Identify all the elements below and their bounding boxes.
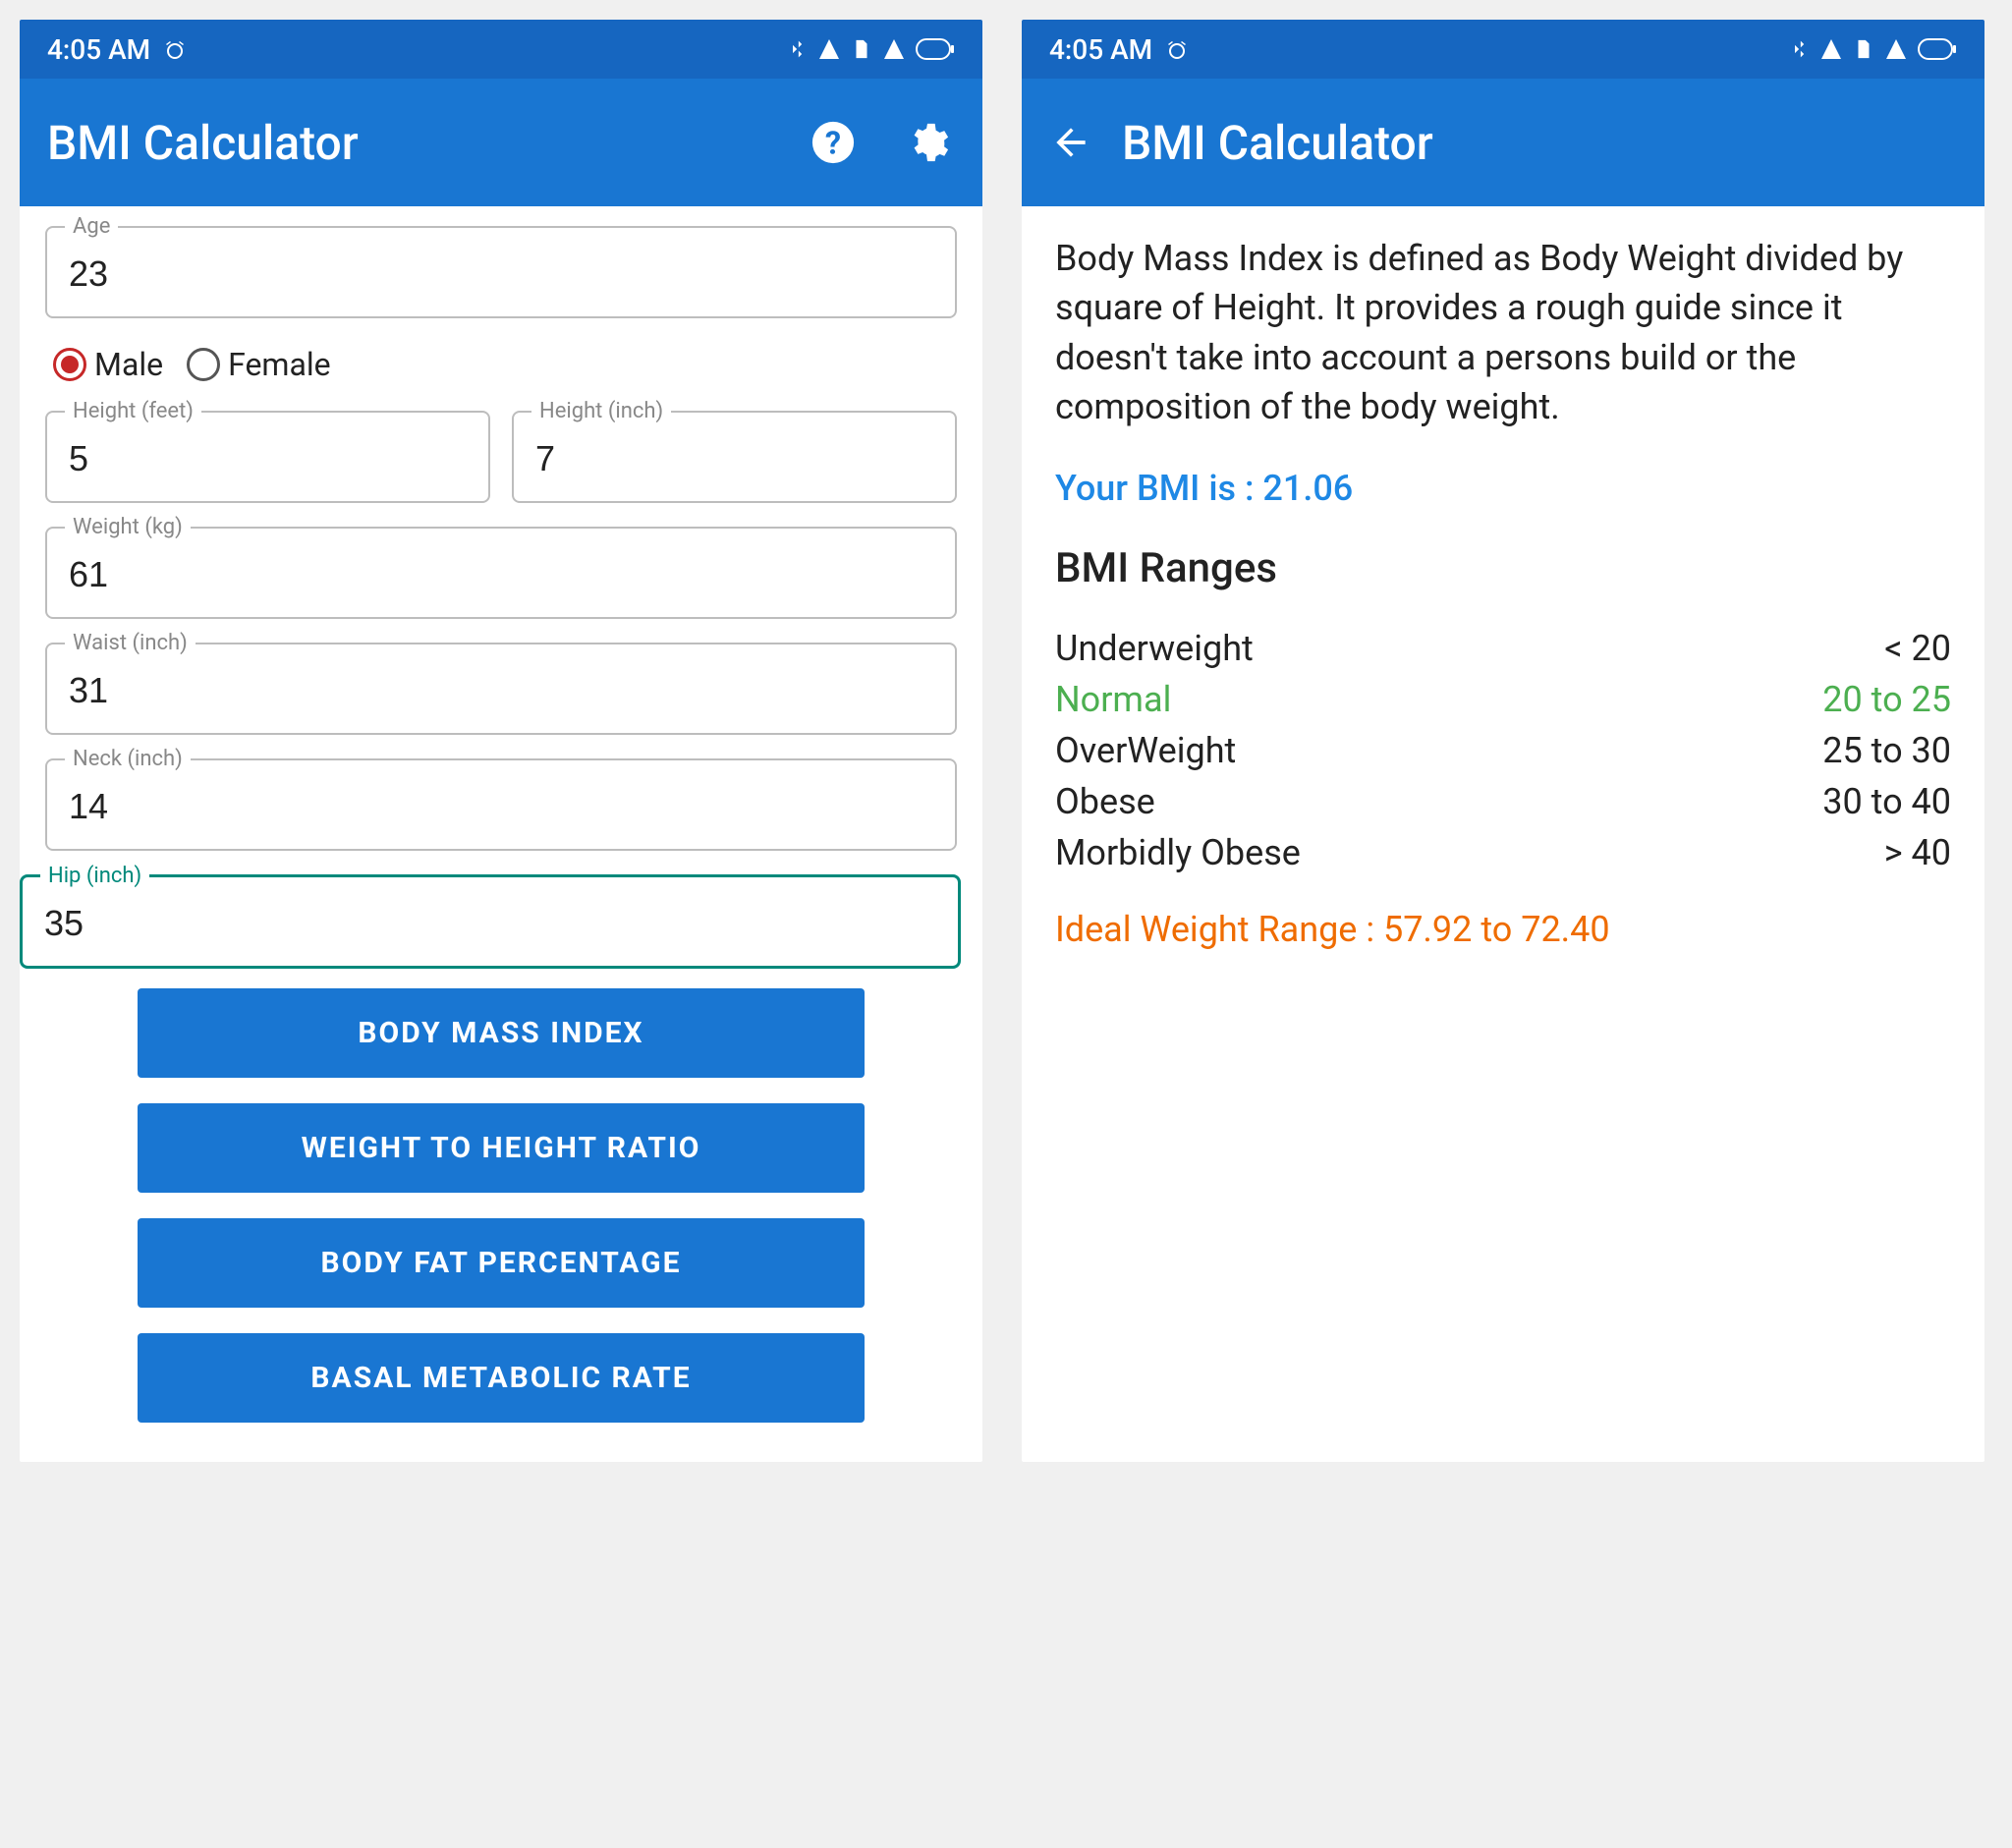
alarm-icon [1165,39,1189,63]
waist-input[interactable] [69,670,933,711]
range-name: Underweight [1055,628,1254,669]
age-field[interactable]: Age [45,226,957,318]
radio-dot-icon [53,348,86,381]
bfp-button[interactable]: BODY FAT PERCENTAGE [138,1218,865,1308]
svg-text:?: ? [825,125,841,162]
phone-form-screen: 4:05 AM BMI Calculator ? [20,20,982,1462]
back-button[interactable] [1049,121,1092,164]
wthr-button[interactable]: WEIGHT TO HEIGHT RATIO [138,1103,865,1193]
ideal-weight-value: 57.92 to 72.40 [1383,909,1610,950]
signal-icon [1819,37,1843,61]
ranges-list: Underweight < 20 Normal 20 to 25 OverWeight 2… [1055,628,1951,873]
bluetooth-icon [788,37,808,61]
range-row: Morbidly Obese > 40 [1055,832,1951,873]
range-row: Obese 30 to 40 [1055,781,1951,822]
height-feet-input[interactable] [69,438,467,479]
age-input[interactable] [69,253,933,295]
range-value: < 20 [1884,628,1951,669]
phone-results-screen: 4:05 AM BMI Calculator Body Mass Index i… [1022,20,1984,1462]
neck-label: Neck (inch) [65,747,191,771]
range-value: 20 to 25 [1822,679,1951,720]
sim-icon [851,37,872,61]
status-time: 4:05 AM [47,33,187,66]
bmi-definition: Body Mass Index is defined as Body Weigh… [1055,234,1951,432]
gender-female-label: Female [228,346,331,383]
battery-icon [1918,38,1957,60]
alarm-icon [163,39,187,63]
range-name: Morbidly Obese [1055,832,1301,873]
settings-button[interactable] [900,115,955,170]
height-feet-field[interactable]: Height (feet) [45,411,490,503]
sim-icon [1853,37,1874,61]
help-icon: ? [810,120,856,165]
help-button[interactable]: ? [806,115,861,170]
bluetooth-icon [1790,37,1810,61]
range-name: OverWeight [1055,730,1236,771]
range-value: > 40 [1884,832,1951,873]
hip-field[interactable]: Hip (inch) [20,874,961,969]
waist-field[interactable]: Waist (inch) [45,643,957,735]
your-bmi-label: Your BMI is : [1055,468,1262,509]
bmi-button[interactable]: BODY MASS INDEX [138,988,865,1078]
weight-field[interactable]: Weight (kg) [45,527,957,619]
status-bar: 4:05 AM [20,20,982,79]
hip-input[interactable] [44,903,936,944]
hip-label: Hip (inch) [40,864,149,888]
your-bmi: Your BMI is : 21.06 [1055,468,1951,509]
gender-female-radio[interactable]: Female [187,346,331,383]
signal2-icon [882,37,906,61]
height-feet-label: Height (feet) [65,399,201,423]
bmr-button[interactable]: BASAL METABOLIC RATE [138,1333,865,1423]
height-inch-input[interactable] [535,438,933,479]
battery-icon [916,38,955,60]
ideal-weight: Ideal Weight Range : 57.92 to 72.40 [1055,909,1951,950]
range-value: 30 to 40 [1822,781,1951,822]
range-name: Obese [1055,781,1155,822]
gear-icon [905,120,950,165]
ranges-heading: BMI Ranges [1055,544,1951,592]
age-label: Age [65,214,118,239]
neck-field[interactable]: Neck (inch) [45,758,957,851]
range-row: Underweight < 20 [1055,628,1951,669]
range-row: OverWeight 25 to 30 [1055,730,1951,771]
range-name: Normal [1055,679,1171,720]
status-right-icons [1790,37,1957,61]
gender-male-radio[interactable]: Male [53,346,163,383]
weight-input[interactable] [69,554,933,595]
status-time: 4:05 AM [1049,33,1189,66]
height-inch-field[interactable]: Height (inch) [512,411,957,503]
signal-icon [817,37,841,61]
range-row: Normal 20 to 25 [1055,679,1951,720]
app-title: BMI Calculator [47,115,806,171]
radio-dot-icon [187,348,220,381]
app-title: BMI Calculator [1122,115,1957,171]
ideal-weight-label: Ideal Weight Range : [1055,909,1383,950]
height-inch-label: Height (inch) [531,399,671,423]
weight-label: Weight (kg) [65,515,191,539]
waist-label: Waist (inch) [65,631,196,655]
arrow-left-icon [1049,121,1092,164]
app-bar: BMI Calculator [1022,79,1984,206]
app-bar: BMI Calculator ? [20,79,982,206]
status-bar: 4:05 AM [1022,20,1984,79]
gender-male-label: Male [94,346,163,383]
range-value: 25 to 30 [1822,730,1951,771]
your-bmi-value: 21.06 [1262,468,1353,509]
signal2-icon [1884,37,1908,61]
status-right-icons [788,37,955,61]
neck-input[interactable] [69,786,933,827]
gender-radio-group: Male Female [45,342,957,387]
